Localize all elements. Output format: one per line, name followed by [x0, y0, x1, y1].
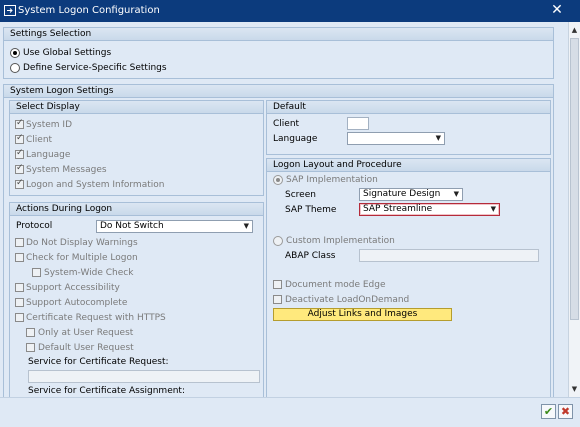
chevron-down-icon: ▼	[435, 134, 441, 142]
protocol-value: Do Not Switch	[100, 221, 164, 231]
check-multiple-logon-checkbox[interactable]	[15, 253, 24, 262]
logon-system-info-checkbox[interactable]	[15, 178, 24, 189]
screen-label: Screen	[285, 190, 316, 200]
select-display-header: Select Display	[10, 101, 263, 114]
actions-during-logon-group: Actions During Logon Protocol Do Not Swi…	[9, 202, 264, 397]
cert-request-https-label: Certificate Request with HTTPS	[26, 313, 166, 323]
support-accessibility-checkbox[interactable]	[15, 283, 24, 292]
language-dropdown[interactable]: ▼	[347, 132, 445, 145]
settings-selection-group: Settings Selection Use Global Settings D…	[3, 27, 554, 79]
confirm-check-icon[interactable]: ✔	[541, 404, 556, 419]
deactivate-load-checkbox[interactable]	[273, 295, 282, 304]
adjust-links-images-button[interactable]: Adjust Links and Images	[273, 308, 452, 321]
system-messages-checkbox[interactable]	[15, 163, 24, 174]
support-accessibility-label: Support Accessibility	[26, 283, 120, 293]
logon-layout-header: Logon Layout and Procedure	[267, 159, 550, 172]
default-header: Default	[267, 101, 550, 114]
service-cert-request-input[interactable]	[28, 370, 260, 383]
use-global-label: Use Global Settings	[23, 48, 112, 58]
protocol-label: Protocol	[16, 221, 53, 231]
sap-implementation-radio[interactable]	[273, 175, 283, 185]
system-messages-label: System Messages	[26, 165, 107, 175]
logon-system-info-label: Logon and System Information	[26, 180, 165, 190]
system-id-label: System ID	[26, 120, 73, 130]
custom-implementation-label: Custom Implementation	[286, 236, 395, 246]
language-checkbox[interactable]	[15, 148, 24, 159]
chevron-down-icon: ▼	[490, 205, 496, 213]
sap-implementation-label: SAP Implementation	[286, 175, 378, 185]
cert-request-https-checkbox[interactable]	[15, 313, 24, 322]
vertical-scrollbar[interactable]: ▲ ▼	[568, 22, 580, 397]
client-label: Client	[26, 135, 53, 145]
language-field-label: Language	[273, 134, 318, 144]
default-group: Default Client Language ▼	[266, 100, 551, 155]
logon-layout-group: Logon Layout and Procedure SAP Implement…	[266, 158, 551, 397]
select-display-group: Select Display System ID Client Language…	[9, 100, 264, 196]
support-autocomplete-label: Support Autocomplete	[26, 298, 128, 308]
chevron-down-icon: ▼	[453, 190, 459, 198]
abap-class-input[interactable]	[359, 249, 539, 262]
system-logon-settings-group: System Logon Settings Select Display Sys…	[3, 84, 554, 397]
settings-selection-header: Settings Selection	[4, 28, 553, 41]
use-global-radio[interactable]	[10, 48, 20, 58]
dont-display-warnings-checkbox[interactable]	[15, 238, 24, 247]
sap-theme-value: SAP Streamline	[363, 204, 433, 214]
client-input[interactable]	[347, 117, 369, 130]
only-at-user-request-checkbox[interactable]	[26, 328, 35, 337]
client-field-label: Client	[273, 119, 300, 129]
service-cert-request-label: Service for Certificate Request:	[28, 357, 169, 367]
default-user-request-label: Default User Request	[38, 343, 134, 353]
language-label: Language	[26, 150, 71, 160]
title-bar: System Logon Configuration ✕	[0, 0, 580, 22]
sap-theme-dropdown[interactable]: SAP Streamline ▼	[359, 203, 500, 216]
scroll-up-icon[interactable]: ▲	[569, 24, 580, 36]
client-checkbox[interactable]	[15, 133, 24, 144]
custom-implementation-radio[interactable]	[273, 236, 283, 246]
dont-display-warnings-label: Do Not Display Warnings	[26, 238, 138, 248]
dialog-footer	[0, 397, 580, 427]
screen-dropdown[interactable]: Signature Design ▼	[359, 188, 463, 201]
system-wide-check-checkbox[interactable]	[32, 268, 41, 277]
only-at-user-request-label: Only at User Request	[38, 328, 134, 338]
document-mode-edge-checkbox[interactable]	[273, 280, 282, 289]
scroll-thumb[interactable]	[570, 38, 579, 320]
screen-value: Signature Design	[363, 189, 441, 199]
chevron-down-icon: ▼	[243, 222, 249, 230]
protocol-dropdown[interactable]: Do Not Switch ▼	[96, 220, 253, 233]
define-specific-radio[interactable]	[10, 63, 20, 73]
dialog-content: Settings Selection Use Global Settings D…	[0, 22, 568, 397]
sap-theme-label: SAP Theme	[285, 205, 337, 215]
default-user-request-checkbox[interactable]	[26, 343, 35, 352]
system-id-checkbox[interactable]	[15, 118, 24, 129]
support-autocomplete-checkbox[interactable]	[15, 298, 24, 307]
define-specific-label: Define Service-Specific Settings	[23, 63, 167, 73]
cancel-x-icon[interactable]: ✖	[558, 404, 573, 419]
scroll-down-icon[interactable]: ▼	[569, 383, 580, 395]
check-multiple-logon-label: Check for Multiple Logon	[26, 253, 138, 263]
system-logon-settings-header: System Logon Settings	[4, 85, 553, 98]
deactivate-load-label: Deactivate LoadOnDemand	[285, 295, 410, 305]
close-icon[interactable]: ✕	[550, 3, 564, 17]
system-wide-check-label: System-Wide Check	[44, 268, 134, 278]
service-cert-assignment-label: Service for Certificate Assignment:	[28, 386, 185, 396]
window-icon	[4, 5, 16, 16]
abap-class-label: ABAP Class	[285, 251, 336, 261]
window-title: System Logon Configuration	[18, 5, 160, 16]
actions-during-logon-header: Actions During Logon	[10, 203, 263, 216]
document-mode-edge-label: Document mode Edge	[285, 280, 386, 290]
